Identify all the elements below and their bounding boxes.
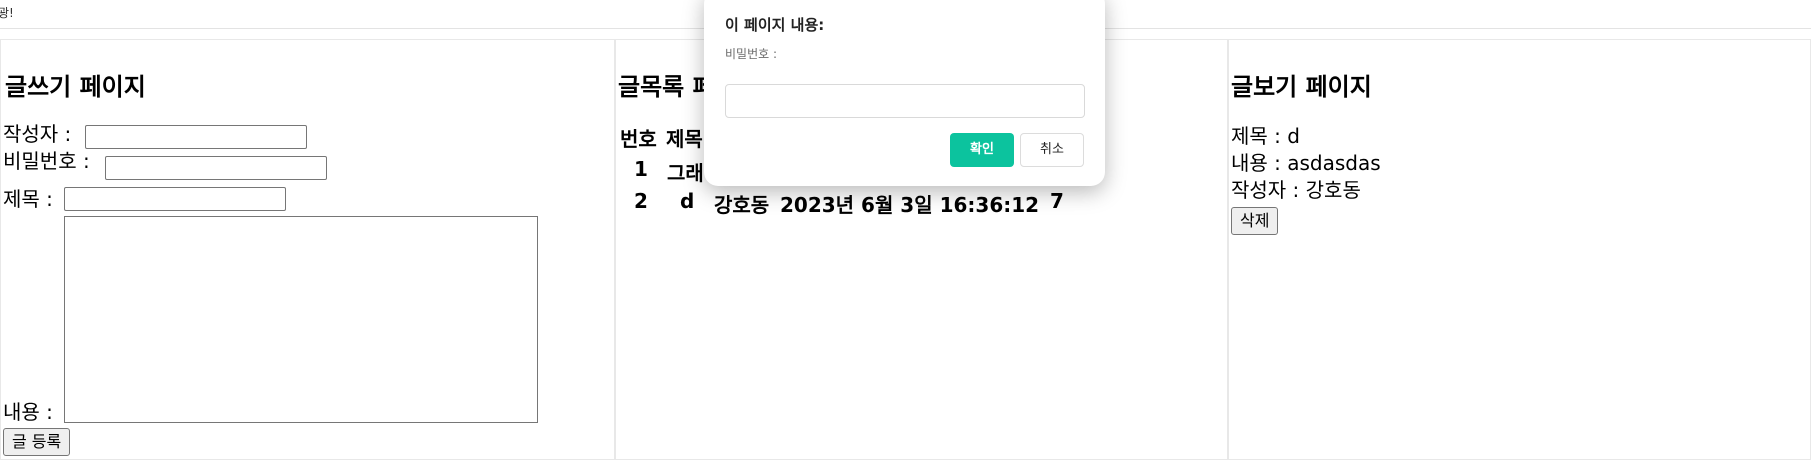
dialog-title: 이 페이지 내용:	[725, 16, 825, 34]
row-author: 강호동	[714, 193, 770, 217]
write-panel: 글쓰기 페이지 작성자 : 비밀번호 : 제목 : 내용 : 글 등록	[0, 39, 615, 460]
submit-post-button[interactable]: 글 등록	[3, 428, 71, 456]
cancel-button[interactable]: 취소	[1020, 133, 1084, 167]
view-panel: 글보기 페이지 제목 : d 내용 : asdasdas 작성자 : 강호동 삭…	[1228, 39, 1811, 460]
top-text-fragment: 광!	[0, 6, 14, 20]
delete-button[interactable]: 삭제	[1231, 207, 1279, 235]
row-number: 2	[634, 189, 648, 213]
content-textarea[interactable]	[64, 216, 538, 423]
view-content: 내용 : asdasdas	[1231, 151, 1381, 175]
row-views: 7	[1050, 189, 1064, 213]
view-subject: 제목 : d	[1231, 124, 1300, 148]
prompt-dialog: 이 페이지 내용: 비밀번호 : 확인 취소	[704, 0, 1105, 186]
author-label: 작성자 :	[3, 122, 72, 146]
row-title[interactable]: d	[680, 189, 694, 213]
row-title[interactable]: 그래	[667, 157, 704, 186]
row-number: 1	[634, 157, 648, 181]
author-input[interactable]	[85, 125, 307, 149]
subject-label: 제목 :	[3, 187, 53, 211]
subject-input[interactable]	[64, 187, 286, 211]
write-panel-title: 글쓰기 페이지	[5, 73, 146, 101]
confirm-button[interactable]: 확인	[950, 133, 1014, 167]
row-date: 2023년 6월 3일 16:36:12	[780, 193, 1040, 217]
dialog-password-input[interactable]	[725, 84, 1085, 118]
password-label: 비밀번호 :	[3, 149, 90, 173]
dialog-message: 비밀번호 :	[725, 47, 778, 61]
header-number: 번호	[620, 127, 657, 151]
view-author: 작성자 : 강호동	[1231, 178, 1361, 202]
view-panel-title: 글보기 페이지	[1231, 73, 1372, 101]
header-title: 제목	[666, 127, 703, 151]
password-input[interactable]	[105, 156, 327, 180]
content-label: 내용 :	[3, 400, 53, 424]
